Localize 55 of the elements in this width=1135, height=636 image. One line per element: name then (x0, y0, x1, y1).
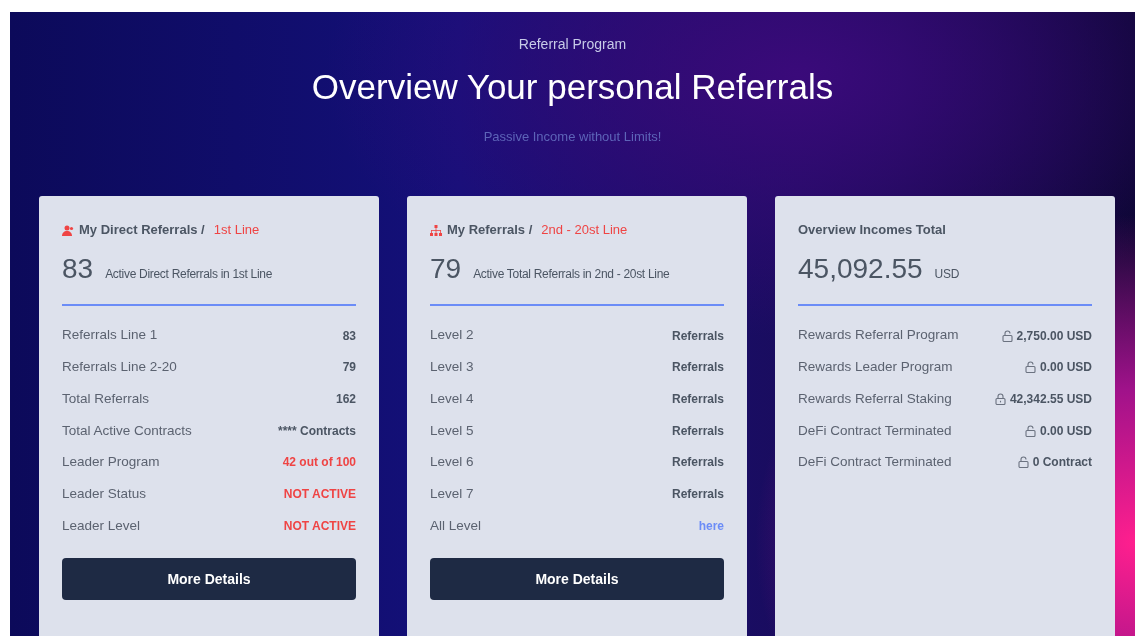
row-label: Referrals Line 1 (62, 326, 158, 345)
row-label: Referrals Line 2-20 (62, 358, 177, 377)
row-value: Referrals (671, 454, 724, 472)
row-label: Leader Status (62, 484, 147, 503)
big-number: 83 (62, 251, 94, 286)
row-label: Level 5 (430, 421, 474, 440)
sitemap-icon (430, 224, 442, 236)
subtitle-text: Passive Income without Limits! (483, 127, 662, 146)
row-label: Level 7 (430, 484, 474, 503)
more-details-button[interactable]: More Details (430, 558, 724, 601)
row-value: Referrals (671, 486, 724, 504)
big-number: 45,092.55 (798, 251, 923, 286)
row-value: Referrals (671, 327, 724, 345)
row-label: Level 4 (430, 389, 474, 408)
row-value: 42 out of 100 (282, 454, 356, 472)
row-label: Rewards Referral Staking (798, 389, 952, 408)
row-label: DeFi Contract Terminated (798, 453, 952, 472)
row-value: Referrals (671, 359, 724, 377)
row-value: NOT ACTIVE (283, 517, 356, 535)
row-label: Total Active Contracts (62, 421, 192, 440)
row-label: Leader Level (62, 516, 141, 535)
row-label: All Level (430, 516, 482, 535)
row-label: Level 6 (430, 453, 474, 472)
card-title-accent: 2nd - 20st Line (541, 221, 628, 240)
row-label: Level 2 (430, 326, 474, 345)
row-value: Referrals (671, 422, 724, 440)
page-title: Overview Your personal Referrals (311, 66, 834, 108)
eyebrow-text: Referral Program (518, 35, 627, 54)
more-details-button[interactable]: More Details (62, 558, 356, 601)
row-value: 0 Contract (1032, 454, 1092, 472)
row-value: 83 (342, 327, 356, 345)
row-label: Rewards Leader Program (798, 358, 953, 377)
card-title: My Referrals / (447, 221, 533, 240)
row-value: **** Contracts (277, 422, 356, 440)
row-value: 2,750.00 USD (1016, 327, 1092, 345)
row-label: Leader Program (62, 453, 160, 472)
big-number: 79 (430, 251, 462, 286)
card-title: My Direct Referrals / (79, 221, 205, 240)
card-title: Overview Incomes Total (798, 221, 946, 240)
users-icon (62, 224, 74, 236)
row-value: 0.00 USD (1039, 359, 1092, 377)
row-label: DeFi Contract Terminated (798, 421, 952, 440)
row-label: Rewards Referral Program (798, 326, 959, 345)
row-value: 0.00 USD (1039, 422, 1092, 440)
row-label: Level 3 (430, 358, 474, 377)
row-value: Referrals (671, 390, 724, 408)
row-label: Total Referrals (62, 389, 150, 408)
row-value: 79 (342, 359, 356, 377)
row-value: 42,342.55 USD (1009, 390, 1092, 408)
big-number-label: Active Direct Referrals in 1st Line (105, 265, 273, 283)
big-number-label: Active Total Referrals in 2nd - 20st Line (473, 265, 670, 283)
big-number-label: USD (934, 265, 959, 283)
card-title-accent: 1st Line (213, 221, 260, 240)
row-value: NOT ACTIVE (283, 486, 356, 504)
row-value: 162 (335, 390, 356, 408)
